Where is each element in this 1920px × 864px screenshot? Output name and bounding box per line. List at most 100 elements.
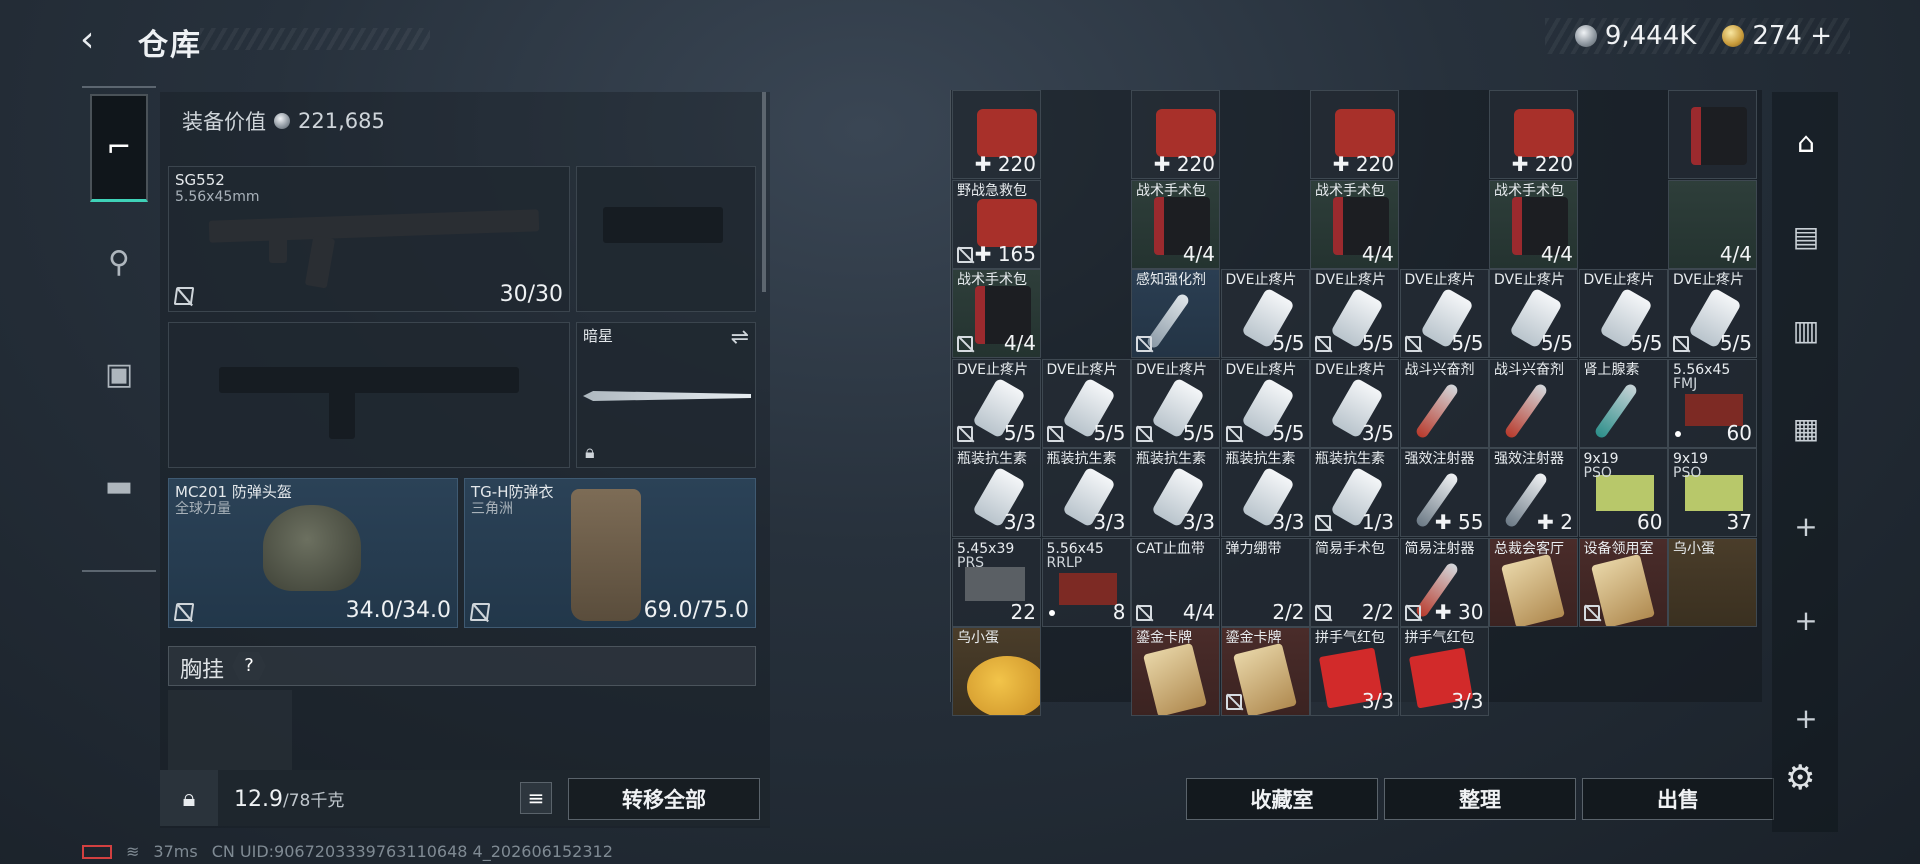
storage-item[interactable]: ✚ 220 [1310,90,1399,179]
item-image [1503,381,1549,440]
case-iv-icon[interactable]: ▤ [1778,208,1834,264]
item-name: 肾上腺素 [1583,361,1640,378]
storage-item[interactable]: 战术手术包 4/4 [1489,179,1578,269]
storage-item[interactable]: DVE止疼片 5/5 [1578,269,1668,358]
back-icon[interactable]: ‹ [80,20,120,60]
storage-item[interactable]: 瓶装抗生素 3/3 [1220,448,1310,537]
storage-item[interactable]: 鎏金卡牌 [1220,627,1310,716]
sort-button[interactable]: 整理 [1384,778,1576,820]
storage-item[interactable]: ✚ 220 [952,90,1041,179]
equipment-scrollbar[interactable] [762,92,766,292]
add-container-icon[interactable]: + [1778,690,1834,746]
storage-item[interactable]: 瓶装抗生素 3/3 [952,448,1041,537]
item-variant: PSO [1673,465,1702,481]
primary-weapon-slot[interactable]: SG552 5.56x45mm 30/30 [168,166,570,312]
storage-item[interactable]: 瓶装抗生素 1/3 [1310,448,1399,537]
primary-weapon-ammo: 5.56x45mm [175,189,260,205]
item-name: 战术手术包 [1315,182,1385,199]
item-image [1501,553,1565,626]
storage-item[interactable]: 乌小蛋 [952,627,1041,716]
armor-slot[interactable]: TG-H防弹衣 三角洲 69.0/75.0 [464,478,756,628]
add-container-icon[interactable]: + [1778,498,1834,554]
pistol-slot[interactable] [576,166,756,312]
storage-item[interactable]: 总裁会客厅 [1489,537,1578,627]
helmet-slot[interactable]: MC201 防弹头盔 全球力量 34.0/34.0 [168,478,458,628]
storage-item[interactable]: 乌小蛋 [1668,537,1757,627]
storage-item[interactable]: 鎏金卡牌 [1131,627,1220,716]
storage-item[interactable]: 5.56x45 RRLP 8 [1041,537,1131,627]
backpack-icon[interactable]: ⚲ [90,208,148,316]
item-image [1232,642,1297,715]
storage-item[interactable]: 9x19 PSO 60 [1578,448,1668,537]
storage-item[interactable]: 战术手术包 4/4 [1131,179,1220,269]
storage-item[interactable]: 战斗兴奋剂 [1399,358,1489,448]
storage-item[interactable]: 战术手术包 4/4 [952,269,1041,358]
help-icon[interactable]: ? [232,652,266,680]
storage-item[interactable]: 瓶装抗生素 3/3 [1131,448,1220,537]
collection-room-button[interactable]: 收藏室 [1186,778,1378,820]
storage-item[interactable]: 5.45x39 PRS 22 [952,537,1041,627]
add-container-icon[interactable]: + [1778,592,1834,648]
storage-item[interactable]: 强效注射器 ✚ 2 [1489,448,1578,537]
storage-icon[interactable]: ⌂ [1778,114,1834,170]
storage-item[interactable]: 拼手气红包 3/3 [1399,627,1489,716]
storage-item[interactable]: DVE止疼片 5/5 [1489,269,1578,358]
storage-item[interactable]: 4/4 [1668,179,1757,269]
storage-item[interactable]: 战斗兴奋剂 [1489,358,1578,448]
vest-icon[interactable]: ▣ [90,320,148,428]
no-insure-icon [957,246,973,263]
item-name: 总裁会客厅 [1494,540,1564,557]
storage-item[interactable]: DVE止疼片 5/5 [1220,269,1310,358]
storage-item[interactable]: 弹力绷带 2/2 [1220,537,1310,627]
storage-item[interactable]: 简易注射器 ✚ 30 [1399,537,1489,627]
armor-durability: 69.0/75.0 [643,598,749,623]
pistol-icon[interactable]: ⌐ [90,94,148,202]
storage-item[interactable]: 设备领用室 [1578,537,1668,627]
storage-item[interactable]: 野战急救包 ✚ 165 [952,179,1041,269]
item-quantity: 5/5 [1451,331,1484,355]
lock-button[interactable]: 🔒︎ [160,770,218,826]
storage-item[interactable]: 5.56x45 FMJ 60 [1668,358,1757,448]
storage-item[interactable]: 简易手术包 2/2 [1310,537,1399,627]
item-name: 设备领用室 [1583,540,1654,557]
storage-item[interactable]: 强效注射器 ✚ 55 [1399,448,1489,537]
swap-icon[interactable]: ⇌ [731,325,749,350]
gold-balance[interactable]: 274 + [1752,21,1832,51]
item-image [1413,381,1460,440]
case-iii-icon[interactable]: ▦ [1778,400,1834,456]
storage-item[interactable]: DVE止疼片 5/5 [1399,269,1489,358]
list-icon[interactable]: ≡ [520,782,552,814]
settings-gear-icon[interactable]: ⚙ [1785,758,1829,802]
storage-item[interactable]: DVE止疼片 5/5 [1310,269,1399,358]
item-quantity: 5/5 [1272,331,1305,355]
case-ii-icon[interactable]: ▥ [1778,302,1834,358]
item-name: 拼手气红包 [1404,630,1475,646]
storage-item[interactable]: DVE止疼片 5/5 [1041,358,1131,448]
storage-item[interactable]: DVE止疼片 5/5 [1220,358,1310,448]
storage-item[interactable]: 瓶装抗生素 3/3 [1041,448,1131,537]
storage-item[interactable] [1668,90,1757,179]
toolbox-icon[interactable]: ▬ [90,432,148,540]
storage-item[interactable]: DVE止疼片 5/5 [1131,358,1220,448]
item-quantity: ✚ 220 [1153,152,1215,176]
storage-item[interactable]: DVE止疼片 5/5 [1668,269,1757,358]
storage-item[interactable]: 战术手术包 4/4 [1310,179,1399,269]
storage-item[interactable]: DVE止疼片 5/5 [952,358,1041,448]
transfer-all-button[interactable]: 转移全部 [568,778,760,820]
storage-item[interactable]: 肾上腺素 [1578,358,1668,448]
storage-item[interactable]: DVE止疼片 3/5 [1310,358,1399,448]
storage-item[interactable]: 拼手气红包 3/3 [1310,627,1399,716]
storage-item[interactable]: ✚ 220 [1131,90,1220,179]
item-quantity: 5/5 [1272,420,1305,445]
item-quantity: ✚ 55 [1434,510,1484,534]
melee-slot[interactable]: 暗星 ⇌ 🔒︎ [576,322,756,468]
sell-button[interactable]: 出售 [1582,778,1774,820]
storage-item[interactable]: 感知强化剂 [1131,269,1220,358]
storage-item[interactable]: ✚ 220 [1489,90,1578,179]
item-image [1592,381,1639,440]
item-image [1156,109,1216,157]
storage-item[interactable]: CAT止血带 4/4 [1131,537,1220,627]
storage-item[interactable]: 9x19 PSO 37 [1668,448,1757,537]
ping: 37ms [153,842,198,861]
secondary-weapon-slot[interactable] [168,322,570,468]
